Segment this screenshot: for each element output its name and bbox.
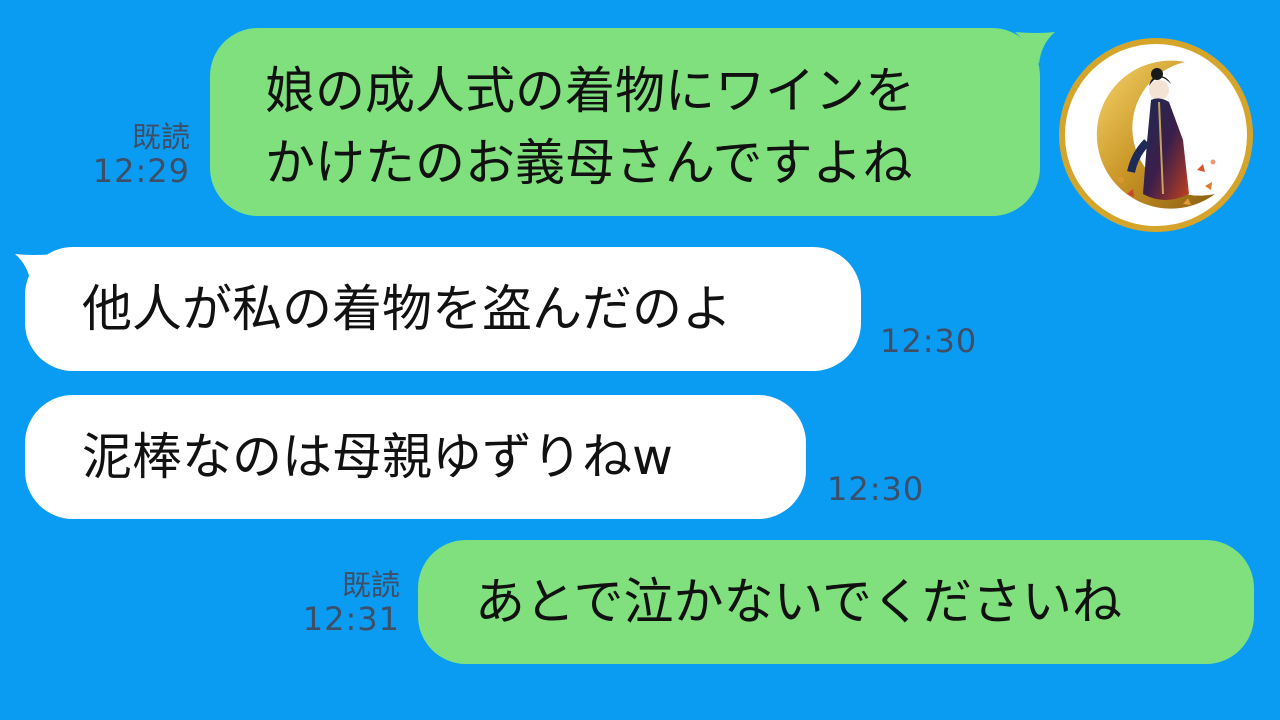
message-4-bubble[interactable]: あとで泣かないでくださいね xyxy=(418,540,1254,664)
message-4-meta: 既読 12:31 xyxy=(290,568,400,636)
message-1-line-1: 娘の成人式の着物にワインを xyxy=(265,62,915,120)
crescent-moon-kimono-woman-avatar-icon xyxy=(1096,60,1216,209)
message-1-bubble[interactable]: 娘の成人式の着物にワインを かけたのお義母さんですよね xyxy=(210,28,1040,216)
message-1-meta: 既読 12:29 xyxy=(80,120,190,188)
message-1-tail xyxy=(1015,32,1055,64)
avatar-image xyxy=(1065,44,1247,226)
contact-avatar[interactable] xyxy=(1059,38,1253,232)
message-3-timestamp: 12:30 xyxy=(827,470,925,508)
timestamp: 12:29 xyxy=(92,152,190,190)
message-2-tail xyxy=(15,254,55,286)
chat-view: 既読 12:29 娘の成人式の着物にワインを かけたのお義母さんですよね 他人が… xyxy=(0,0,1280,720)
message-3-bubble[interactable]: 泥棒なのは母親ゆずりねw xyxy=(25,395,806,519)
read-receipt: 既読 xyxy=(341,568,400,602)
message-2-timestamp: 12:30 xyxy=(880,322,978,360)
message-2-bubble[interactable]: 他人が私の着物を盗んだのよ xyxy=(25,247,861,371)
message-4-text: あとで泣かないでくださいね xyxy=(475,573,1122,631)
message-3-text: 泥棒なのは母親ゆずりねw xyxy=(82,428,673,486)
message-2-text: 他人が私の着物を盗んだのよ xyxy=(82,280,732,338)
timestamp: 12:31 xyxy=(302,600,400,638)
read-receipt: 既読 xyxy=(131,120,190,154)
message-1-line-2: かけたのお義母さんですよね xyxy=(265,134,913,192)
